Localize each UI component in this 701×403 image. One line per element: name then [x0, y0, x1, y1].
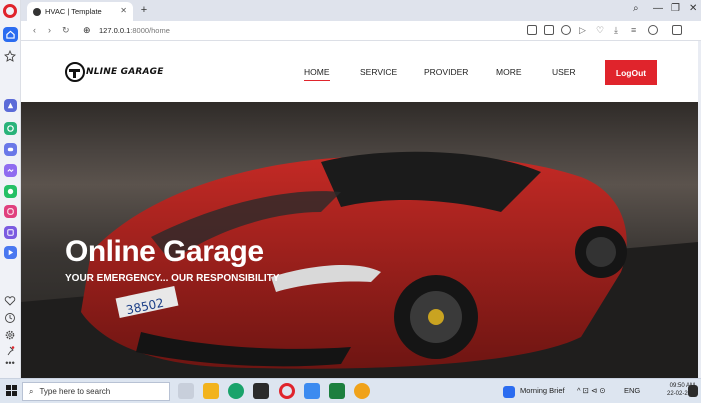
task-view-icon[interactable] — [178, 383, 194, 399]
more-icon[interactable]: ••• — [4, 359, 16, 372]
web-page: NLINE GARAGE HOME SERVICE PROVIDER MORE … — [21, 41, 698, 378]
site-navbar: NLINE GARAGE HOME SERVICE PROVIDER MORE … — [21, 41, 698, 102]
discord-icon[interactable] — [4, 143, 17, 156]
chatgpt-icon[interactable] — [4, 122, 17, 135]
globe-icon — [33, 7, 41, 16]
logout-button[interactable]: LogOut — [605, 60, 657, 85]
site-info-icon[interactable]: ⊕ — [83, 25, 91, 36]
forward-icon[interactable]: › — [48, 25, 51, 35]
hero-subtitle: YOUR EMERGENCY... OUR RESPONSIBILITY — [65, 273, 280, 284]
taskbar-search[interactable]: ⌕ Type here to search — [22, 382, 170, 401]
player-icon[interactable] — [4, 226, 17, 239]
store-icon[interactable] — [253, 383, 269, 399]
play-icon[interactable]: ▷ — [579, 25, 586, 36]
new-tab-button[interactable]: + — [138, 4, 150, 16]
taskbar: ⌕ Type here to search Morning Brief ^ ⊡ … — [0, 378, 701, 403]
minimize-button[interactable]: — — [653, 3, 663, 14]
url-path: :8000/home — [130, 26, 170, 35]
camera-icon[interactable] — [544, 25, 554, 35]
nav-provider[interactable]: PROVIDER — [424, 67, 468, 77]
vscode-icon[interactable] — [304, 383, 320, 399]
nav-user[interactable]: USER — [552, 67, 576, 77]
search-placeholder: Type here to search — [39, 387, 111, 396]
browser-sidebar: ••• — [0, 0, 21, 378]
whatsapp-icon[interactable] — [4, 185, 17, 198]
back-icon[interactable]: ‹ — [33, 25, 36, 35]
settings-icon[interactable] — [4, 328, 16, 340]
history-icon[interactable] — [4, 311, 16, 323]
profile-icon[interactable] — [648, 25, 658, 35]
aria-icon[interactable] — [4, 99, 17, 112]
url-field[interactable]: 127.0.0.1:8000/home — [99, 26, 170, 35]
star-icon[interactable] — [3, 49, 17, 62]
download-icon[interactable]: ⤓ — [614, 25, 618, 36]
weather-icon[interactable] — [503, 386, 515, 398]
chrome-icon[interactable] — [354, 383, 370, 399]
app-icon[interactable] — [329, 383, 345, 399]
notifications-icon[interactable] — [688, 385, 698, 397]
vpn-icon[interactable] — [561, 25, 571, 35]
search-tabs-icon[interactable]: ⌕ — [633, 3, 639, 14]
restore-button[interactable]: ❐ — [671, 3, 680, 14]
opera-taskbar-icon[interactable] — [279, 383, 295, 399]
search-icon: ⌕ — [29, 386, 34, 396]
opera-logo-icon[interactable] — [3, 4, 17, 18]
shield-icon[interactable]: ♡ — [596, 25, 604, 36]
address-bar: ‹ › ↻ ⊕ 127.0.0.1:8000/home ▷ ♡ ⤓ ≡ — [21, 21, 701, 41]
close-tab-icon[interactable]: ✕ — [120, 6, 127, 15]
windows-start-icon[interactable] — [6, 385, 17, 396]
menu-icon[interactable]: ≡ — [631, 25, 636, 35]
nav-home[interactable]: HOME — [304, 67, 330, 81]
messenger-icon[interactable] — [4, 164, 17, 177]
language-indicator[interactable]: ENG — [624, 386, 640, 395]
extensions-icon[interactable] — [672, 25, 682, 35]
tab-strip: HVAC | Template ✕ + ⌕ — ❐ ✕ — [21, 0, 701, 21]
home-icon[interactable] — [3, 27, 18, 42]
tray-icons[interactable]: ^ ⊡ ⊲ ⊙ — [577, 386, 606, 395]
tab-title: HVAC | Template — [45, 7, 102, 16]
nav-service[interactable]: SERVICE — [360, 67, 397, 77]
heart-icon[interactable] — [4, 294, 16, 306]
edge-icon[interactable] — [228, 383, 244, 399]
hero-banner: 38502 Online Garage YOUR EMERGENCY... OU… — [21, 102, 698, 378]
morning-brief[interactable]: Morning Brief — [520, 386, 565, 395]
music-icon[interactable] — [4, 246, 17, 259]
snapshot-icon[interactable] — [527, 25, 537, 35]
file-explorer-icon[interactable] — [203, 383, 219, 399]
steering-wheel-icon — [65, 62, 85, 82]
nav-more[interactable]: MORE — [496, 67, 522, 77]
pin-icon[interactable] — [4, 344, 16, 356]
logo-text: NLINE GARAGE — [86, 67, 164, 77]
hero-title: Online Garage — [65, 235, 264, 268]
instagram-icon[interactable] — [4, 205, 17, 218]
site-logo[interactable]: NLINE GARAGE — [65, 61, 164, 83]
close-window-button[interactable]: ✕ — [689, 3, 697, 14]
reload-icon[interactable]: ↻ — [62, 25, 70, 36]
url-host: 127.0.0.1 — [99, 26, 131, 35]
tab-active[interactable]: HVAC | Template ✕ — [27, 2, 133, 21]
